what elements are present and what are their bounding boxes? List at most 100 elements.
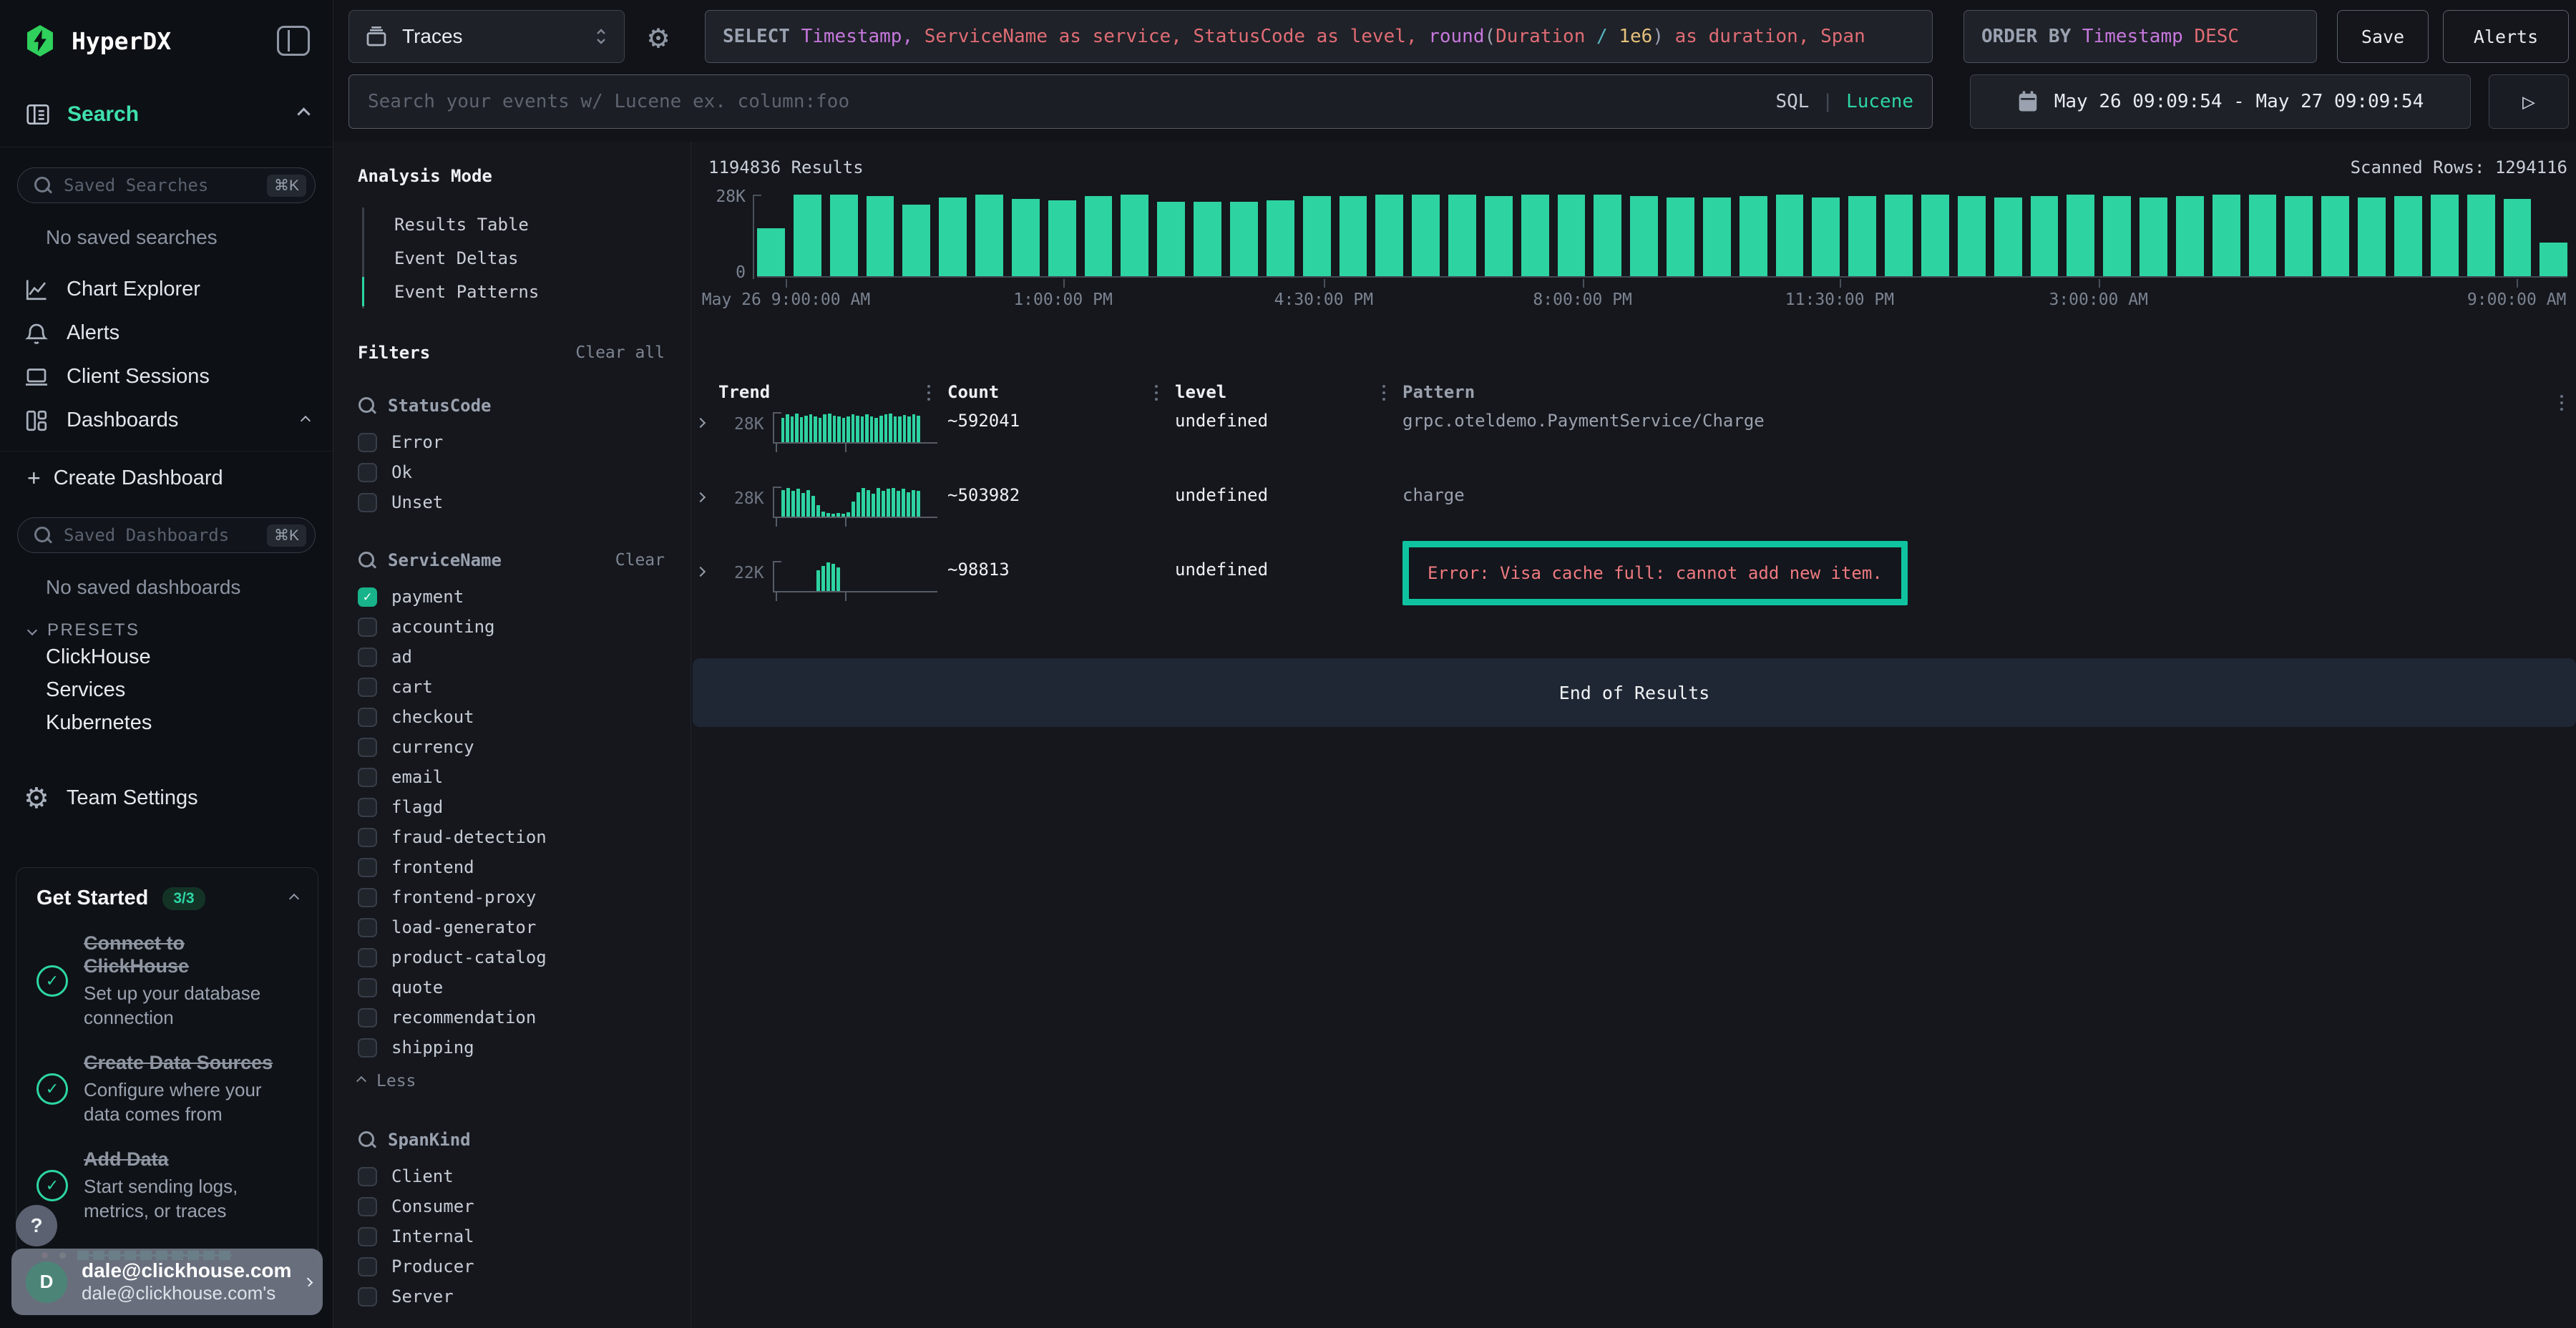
sidebar-item-dashboards[interactable]: Dashboards xyxy=(0,399,333,442)
source-settings-gear-icon[interactable]: ⚙ xyxy=(637,11,680,62)
histogram-bar[interactable] xyxy=(1375,195,1403,276)
filter-option[interactable]: Unset xyxy=(358,487,665,517)
histogram-bar[interactable] xyxy=(2504,199,2532,276)
filter-option[interactable]: product-catalog xyxy=(358,942,665,972)
histogram-bar[interactable] xyxy=(1448,195,1476,276)
checkbox[interactable] xyxy=(358,768,377,787)
histogram-bar[interactable] xyxy=(2467,195,2495,276)
histogram-bar[interactable] xyxy=(1667,197,1694,276)
clear-all-filters-button[interactable]: Clear all xyxy=(575,343,665,362)
column-separator-icon[interactable] xyxy=(1382,385,1385,401)
chevron-right-icon[interactable] xyxy=(696,418,706,428)
get-started-item[interactable]: ✓Connect to ClickHouseSet up your databa… xyxy=(36,932,298,1030)
filter-option[interactable]: cart xyxy=(358,672,665,702)
filter-option[interactable]: frontend-proxy xyxy=(358,882,665,912)
sidebar-item-chart-explorer[interactable]: Chart Explorer xyxy=(0,268,333,311)
chevron-right-icon[interactable] xyxy=(696,567,706,577)
checkbox[interactable] xyxy=(358,978,377,997)
user-account-chip[interactable]: D dale@clickhouse.com dale@clickhouse.co… xyxy=(11,1249,323,1315)
histogram-bar[interactable] xyxy=(2540,243,2567,276)
histogram-bar[interactable] xyxy=(1303,196,1331,276)
histogram-bar[interactable] xyxy=(2067,195,2094,276)
histogram-bar[interactable] xyxy=(757,228,785,276)
filter-option[interactable]: fraud-detection xyxy=(358,822,665,852)
checkbox[interactable] xyxy=(358,1197,377,1216)
checkbox[interactable] xyxy=(358,918,377,937)
create-dashboard-button[interactable]: + Create Dashboard xyxy=(0,454,333,502)
histogram-bar[interactable] xyxy=(1921,195,1949,276)
filter-option[interactable]: Ok xyxy=(358,457,665,487)
table-row[interactable]: 28K~592041undefinedgrpc.oteldemo.Payment… xyxy=(697,406,2567,481)
filter-option[interactable]: accounting xyxy=(358,612,665,642)
sidebar-item-alerts[interactable]: Alerts xyxy=(0,311,333,355)
checkbox[interactable] xyxy=(358,1038,377,1058)
filter-option[interactable]: Server xyxy=(358,1281,665,1312)
presets-toggle[interactable]: PRESETS xyxy=(29,620,333,640)
histogram-bar[interactable] xyxy=(2285,196,2313,276)
histogram-bar[interactable] xyxy=(1848,196,1876,276)
checkbox[interactable] xyxy=(358,828,377,847)
histogram-bar[interactable] xyxy=(2249,195,2277,276)
sidebar-item-search[interactable]: Search xyxy=(0,82,333,147)
histogram-bar[interactable] xyxy=(1340,196,1367,276)
histogram-bar[interactable] xyxy=(1558,195,1586,276)
sidebar-preset-item[interactable]: Kubernetes xyxy=(46,706,333,739)
filter-option[interactable]: Producer xyxy=(358,1251,665,1281)
checkbox[interactable] xyxy=(358,1227,377,1246)
table-row[interactable]: 22K~98813undefinedError: Visa cache full… xyxy=(697,555,2567,630)
histogram-bar[interactable] xyxy=(902,205,930,276)
get-started-item[interactable]: ✓Create Data SourcesConfigure where your… xyxy=(36,1051,298,1126)
checkbox[interactable] xyxy=(358,1287,377,1307)
filter-option[interactable]: Client xyxy=(358,1161,665,1191)
histogram-bar[interactable] xyxy=(1048,200,1076,276)
sidebar-item-client-sessions[interactable]: Client Sessions xyxy=(0,355,333,399)
chevron-right-icon[interactable] xyxy=(696,492,706,502)
histogram-bar[interactable] xyxy=(2031,196,2059,276)
get-started-item[interactable]: ✓Add DataStart sending logs, metrics, or… xyxy=(36,1148,298,1223)
filter-option[interactable]: email xyxy=(358,762,665,792)
collapse-less-button[interactable]: Less xyxy=(358,1065,665,1097)
checkbox[interactable] xyxy=(358,463,377,482)
histogram-bar[interactable] xyxy=(2212,195,2240,276)
column-separator-icon[interactable] xyxy=(927,385,930,401)
filter-option[interactable]: frontend xyxy=(358,852,665,882)
sidebar-item-team-settings[interactable]: ⚙ Team Settings xyxy=(0,776,333,820)
checkbox[interactable] xyxy=(358,433,377,452)
histogram-bar[interactable] xyxy=(2431,195,2459,276)
filter-option[interactable]: currency xyxy=(358,732,665,762)
histogram-bar[interactable] xyxy=(1412,195,1440,276)
checkbox[interactable] xyxy=(358,1257,377,1276)
checkbox[interactable] xyxy=(358,798,377,817)
filter-option[interactable]: Internal xyxy=(358,1221,665,1251)
sidebar-preset-item[interactable]: Services xyxy=(46,673,333,706)
checkbox[interactable]: ✓ xyxy=(358,587,377,607)
column-header-level[interactable]: level xyxy=(1155,382,1382,402)
filter-option[interactable]: quote xyxy=(358,972,665,1002)
checkbox[interactable] xyxy=(358,493,377,512)
histogram-bar[interactable] xyxy=(939,197,967,276)
histogram-bar[interactable] xyxy=(1157,202,1185,276)
histogram-bar[interactable] xyxy=(2321,196,2349,276)
analysis-mode-item[interactable]: Event Deltas xyxy=(364,241,665,275)
histogram-bar[interactable] xyxy=(1085,196,1113,276)
histogram-bar[interactable] xyxy=(1594,195,1621,276)
histogram-bar[interactable] xyxy=(975,195,1003,276)
language-toggle-sql[interactable]: SQL xyxy=(1775,91,1809,112)
highlighted-error-pattern[interactable]: Error: Visa cache full: cannot add new i… xyxy=(1402,541,1908,605)
checkbox[interactable] xyxy=(358,738,377,757)
histogram-bar[interactable] xyxy=(2176,196,2204,276)
checkbox[interactable] xyxy=(358,1008,377,1027)
filter-option[interactable]: recommendation xyxy=(358,1002,665,1032)
histogram-bar[interactable] xyxy=(1012,199,1040,276)
histogram-bar[interactable] xyxy=(1230,202,1258,276)
column-header-count[interactable]: Count xyxy=(927,382,1155,402)
histogram-bar[interactable] xyxy=(2358,197,2386,276)
checkbox[interactable] xyxy=(358,1167,377,1186)
column-separator-icon[interactable] xyxy=(1155,385,1158,401)
checkbox[interactable] xyxy=(358,858,377,877)
filter-option[interactable]: shipping xyxy=(358,1032,665,1063)
column-header-pattern[interactable]: Pattern xyxy=(1382,382,2536,402)
save-button[interactable]: Save xyxy=(2337,10,2429,63)
sidebar-preset-item[interactable]: ClickHouse xyxy=(46,640,333,673)
analysis-mode-item[interactable]: Results Table xyxy=(364,208,665,241)
